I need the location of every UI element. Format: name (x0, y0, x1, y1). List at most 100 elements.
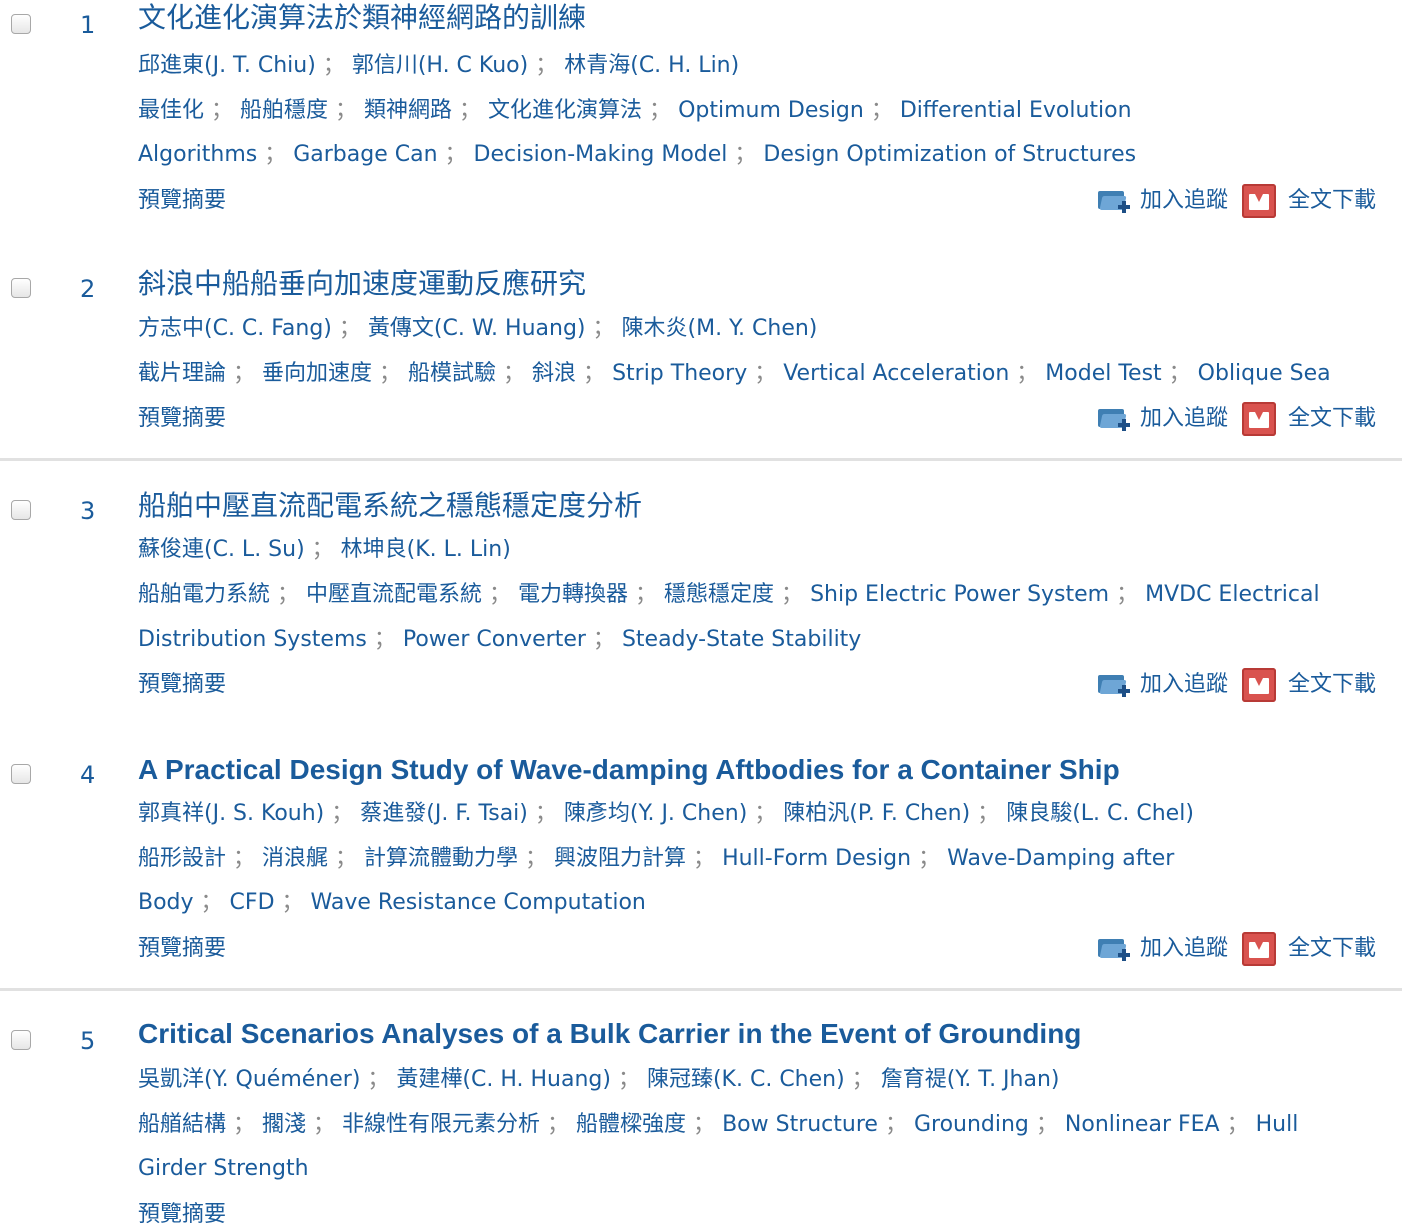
list-entry[interactable]: 方志中(C. C. Fang) (138, 316, 332, 341)
author-list[interactable]: 邱進東(J. T. Chiu) ； 郭信川(H. C Kuo) ； 林青海(C.… (138, 51, 739, 81)
select-checkbox[interactable] (11, 1030, 31, 1050)
list-entry[interactable]: Girder Strength (138, 1156, 309, 1181)
keyword-list[interactable]: 船形設計 ； 消浪艉 ； 計算流體動力學 ； 興波阻力計算 ； Hull-For… (138, 844, 1174, 874)
list-entry[interactable]: 船模試驗 (408, 361, 496, 386)
list-entry[interactable]: Distribution Systems (138, 627, 367, 652)
list-entry[interactable]: 郭信川(H. C Kuo) (352, 53, 528, 78)
list-entry[interactable]: 陳柏汎(P. F. Chen) (783, 801, 970, 826)
list-entry[interactable]: 蘇俊連(C. L. Su) (138, 537, 305, 562)
preview-abstract-link[interactable]: 預覽摘要 (138, 934, 226, 964)
list-entry[interactable]: Model Test (1045, 361, 1161, 386)
author-list[interactable]: 吳凱洋(Y. Quéméner) ； 黃建樺(C. H. Huang) ； 陳冠… (138, 1065, 1060, 1095)
download-fulltext-link[interactable]: 全文下載 (1241, 184, 1376, 218)
article-title[interactable]: 文化進化演算法於類神經網路的訓練 (138, 0, 1392, 36)
list-entry[interactable]: 陳冠臻(K. C. Chen) (647, 1067, 845, 1092)
keyword-list[interactable]: 最佳化 ； 船舶穩度 ； 類神網路 ； 文化進化演算法 ； Optimum De… (138, 96, 1132, 126)
keyword-list[interactable]: Distribution Systems ； Power Converter ；… (138, 625, 861, 655)
list-entry[interactable]: 非線性有限元素分析 (342, 1112, 540, 1137)
add-tracking-link[interactable]: 加入追蹤 (1096, 934, 1228, 964)
list-entry[interactable]: 船形設計 (138, 846, 226, 871)
select-checkbox[interactable] (11, 278, 31, 298)
list-entry[interactable]: 截片理論 (138, 361, 226, 386)
list-entry[interactable]: Optimum Design (678, 98, 864, 123)
list-entry[interactable]: 中壓直流配電系統 (306, 582, 482, 607)
keyword-list[interactable]: Girder Strength (138, 1154, 309, 1184)
download-fulltext-link[interactable]: 全文下載 (1241, 402, 1376, 436)
list-entry[interactable]: 陳良駿(L. C. Chel) (1006, 801, 1194, 826)
list-entry[interactable]: 船舶穩度 (240, 98, 328, 123)
keyword-list[interactable]: 截片理論 ； 垂向加速度 ； 船模試驗 ； 斜浪 ； Strip Theory … (138, 359, 1331, 389)
list-entry[interactable]: Nonlinear FEA (1065, 1112, 1220, 1137)
list-entry[interactable]: Differential Evolution (900, 98, 1132, 123)
list-entry[interactable]: Wave Resistance Computation (311, 890, 646, 915)
list-entry[interactable]: Body (138, 890, 194, 915)
list-entry[interactable]: Oblique Sea (1198, 361, 1331, 386)
list-entry[interactable]: 擱淺 (262, 1112, 306, 1137)
select-checkbox[interactable] (11, 764, 31, 784)
list-entry[interactable]: 船體樑強度 (576, 1112, 686, 1137)
list-entry[interactable]: 詹育禔(Y. T. Jhan) (881, 1067, 1060, 1092)
article-title[interactable]: 斜浪中船船垂向加速度運動反應研究 (138, 266, 1392, 302)
article-title[interactable]: Critical Scenarios Analyses of a Bulk Ca… (138, 1016, 1392, 1052)
list-entry[interactable]: Ship Electric Power System (810, 582, 1109, 607)
list-entry[interactable]: 陳木炎(M. Y. Chen) (622, 316, 818, 341)
list-entry[interactable]: Steady-State Stability (622, 627, 861, 652)
download-fulltext-link[interactable]: 全文下載 (1241, 932, 1376, 966)
list-entry[interactable]: 郭真祥(J. S. Kouh) (138, 801, 324, 826)
add-tracking-link[interactable]: 加入追蹤 (1096, 186, 1228, 216)
list-entry[interactable]: 吳凱洋(Y. Quéméner) (138, 1067, 360, 1092)
list-entry[interactable]: Power Converter (403, 627, 586, 652)
list-entry[interactable]: 林坤良(K. L. Lin) (341, 537, 511, 562)
list-entry[interactable]: MVDC Electrical (1145, 582, 1319, 607)
select-checkbox[interactable] (11, 500, 31, 520)
download-fulltext-link[interactable]: 全文下載 (1241, 668, 1376, 702)
list-entry[interactable]: Bow Structure (722, 1112, 878, 1137)
list-entry[interactable]: 船艏結構 (138, 1112, 226, 1137)
keyword-list[interactable]: 船舶電力系統 ； 中壓直流配電系統 ； 電力轉換器 ； 穩態穩定度 ； Ship… (138, 580, 1320, 610)
author-list[interactable]: 蘇俊連(C. L. Su) ； 林坤良(K. L. Lin) (138, 535, 511, 565)
list-entry[interactable]: CFD (230, 890, 275, 915)
separator: ； (482, 582, 519, 607)
article-title[interactable]: 船舶中壓直流配電系統之穩態穩定度分析 (138, 488, 1392, 524)
list-entry[interactable]: 船舶電力系統 (138, 582, 270, 607)
add-tracking-link[interactable]: 加入追蹤 (1096, 670, 1228, 700)
add-tracking-link[interactable]: 加入追蹤 (1096, 404, 1228, 434)
list-entry[interactable]: 林青海(C. H. Lin) (564, 53, 739, 78)
list-entry[interactable]: Vertical Acceleration (783, 361, 1009, 386)
list-entry[interactable]: 最佳化 (138, 98, 204, 123)
list-entry[interactable]: Decision-Making Model (474, 142, 728, 167)
list-entry[interactable]: Grounding (914, 1112, 1029, 1137)
keyword-list[interactable]: 船艏結構 ； 擱淺 ； 非線性有限元素分析 ； 船體樑強度 ； Bow Stru… (138, 1110, 1298, 1140)
list-entry[interactable]: 穩態穩定度 (664, 582, 774, 607)
list-entry[interactable]: Hull (1256, 1112, 1299, 1137)
keyword-list[interactable]: Algorithms ； Garbage Can ； Decision-Maki… (138, 140, 1136, 170)
list-entry[interactable]: Algorithms (138, 142, 257, 167)
preview-abstract-link[interactable]: 預覽摘要 (138, 404, 226, 434)
list-entry[interactable]: 黃建樺(C. H. Huang) (396, 1067, 611, 1092)
article-title[interactable]: A Practical Design Study of Wave-damping… (138, 752, 1392, 788)
list-entry[interactable]: 黃傳文(C. W. Huang) (368, 316, 586, 341)
list-entry[interactable]: Wave-Damping after (947, 846, 1174, 871)
select-checkbox[interactable] (11, 14, 31, 34)
list-entry[interactable]: 計算流體動力學 (364, 846, 518, 871)
list-entry[interactable]: 斜浪 (532, 361, 576, 386)
list-entry[interactable]: 陳彥均(Y. J. Chen) (564, 801, 747, 826)
list-entry[interactable]: 電力轉換器 (518, 582, 628, 607)
author-list[interactable]: 方志中(C. C. Fang) ； 黃傳文(C. W. Huang) ； 陳木炎… (138, 314, 817, 344)
keyword-list[interactable]: Body ； CFD ； Wave Resistance Computation (138, 888, 646, 918)
list-entry[interactable]: 類神網路 (364, 98, 452, 123)
list-entry[interactable]: 蔡進發(J. F. Tsai) (360, 801, 528, 826)
list-entry[interactable]: 興波阻力計算 (554, 846, 686, 871)
list-entry[interactable]: 邱進東(J. T. Chiu) (138, 53, 316, 78)
author-list[interactable]: 郭真祥(J. S. Kouh) ； 蔡進發(J. F. Tsai) ； 陳彥均(… (138, 799, 1194, 829)
list-entry[interactable]: 文化進化演算法 (488, 98, 642, 123)
preview-abstract-link[interactable]: 預覽摘要 (138, 186, 226, 216)
preview-abstract-link[interactable]: 預覽摘要 (138, 670, 226, 700)
download-icon (1241, 668, 1276, 702)
list-entry[interactable]: Hull-Form Design (722, 846, 911, 871)
list-entry[interactable]: Garbage Can (293, 142, 437, 167)
list-entry[interactable]: Strip Theory (612, 361, 747, 386)
list-entry[interactable]: Design Optimization of Structures (763, 142, 1136, 167)
list-entry[interactable]: 消浪艉 (262, 846, 328, 871)
list-entry[interactable]: 垂向加速度 (262, 361, 372, 386)
